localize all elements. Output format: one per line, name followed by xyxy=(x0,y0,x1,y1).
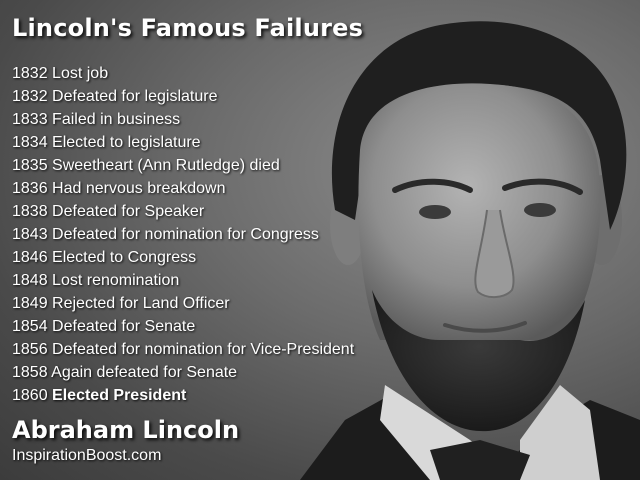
failures-timeline: 1832 Lost job 1832 Defeated for legislatu… xyxy=(12,62,354,407)
timeline-event: Defeated for Speaker xyxy=(52,203,205,220)
timeline-item: 1843 Defeated for nomination for Congres… xyxy=(12,223,354,246)
timeline-year: 1834 xyxy=(12,134,48,151)
website-credit: InspirationBoost.com xyxy=(12,447,162,464)
timeline-item: 1835 Sweetheart (Ann Rutledge) died xyxy=(12,154,354,177)
timeline-item: 1854 Defeated for Senate xyxy=(12,315,354,338)
timeline-item: 1832 Defeated for legislature xyxy=(12,85,354,108)
attribution-name: Abraham Lincoln xyxy=(12,416,240,444)
timeline-year: 1838 xyxy=(12,203,48,220)
timeline-item: 1832 Lost job xyxy=(12,62,354,85)
timeline-item: 1860 Elected President xyxy=(12,384,354,407)
poster-title: Lincoln's Famous Failures xyxy=(12,14,364,42)
quote-poster: Lincoln's Famous Failures 1832 Lost job 1… xyxy=(0,0,640,480)
timeline-year: 1836 xyxy=(12,180,48,197)
timeline-year: 1835 xyxy=(12,157,48,174)
timeline-year: 1846 xyxy=(12,249,48,266)
timeline-item: 1833 Failed in business xyxy=(12,108,354,131)
timeline-event: Elected President xyxy=(52,387,187,404)
timeline-event: Sweetheart (Ann Rutledge) died xyxy=(52,157,280,174)
timeline-item: 1858 Again defeated for Senate xyxy=(12,361,354,384)
timeline-item: 1848 Lost renomination xyxy=(12,269,354,292)
timeline-item: 1836 Had nervous breakdown xyxy=(12,177,354,200)
timeline-year: 1843 xyxy=(12,226,48,243)
timeline-event: Defeated for nomination for Vice-Preside… xyxy=(52,341,355,358)
timeline-item: 1838 Defeated for Speaker xyxy=(12,200,354,223)
timeline-year: 1832 xyxy=(12,65,48,82)
timeline-year: 1856 xyxy=(12,341,48,358)
timeline-year: 1858 xyxy=(12,364,48,381)
timeline-event: Elected to legislature xyxy=(52,134,201,151)
timeline-year: 1849 xyxy=(12,295,48,312)
timeline-event: Defeated for nomination for Congress xyxy=(52,226,319,243)
timeline-year: 1848 xyxy=(12,272,48,289)
timeline-event: Defeated for Senate xyxy=(52,318,196,335)
timeline-event: Failed in business xyxy=(52,111,181,128)
timeline-item: 1856 Defeated for nomination for Vice-Pr… xyxy=(12,338,354,361)
timeline-item: 1849 Rejected for Land Officer xyxy=(12,292,354,315)
timeline-event: Rejected for Land Officer xyxy=(52,295,230,312)
timeline-item: 1846 Elected to Congress xyxy=(12,246,354,269)
timeline-year: 1833 xyxy=(12,111,48,128)
timeline-event: Elected to Congress xyxy=(52,249,197,266)
timeline-event: Lost job xyxy=(52,65,109,82)
timeline-year: 1860 xyxy=(12,387,48,404)
timeline-event: Had nervous breakdown xyxy=(52,180,226,197)
timeline-event: Again defeated for Senate xyxy=(51,364,238,381)
timeline-year: 1832 xyxy=(12,88,48,105)
timeline-event: Lost renomination xyxy=(52,272,180,289)
timeline-item: 1834 Elected to legislature xyxy=(12,131,354,154)
timeline-year: 1854 xyxy=(12,318,48,335)
timeline-event: Defeated for legislature xyxy=(52,88,218,105)
